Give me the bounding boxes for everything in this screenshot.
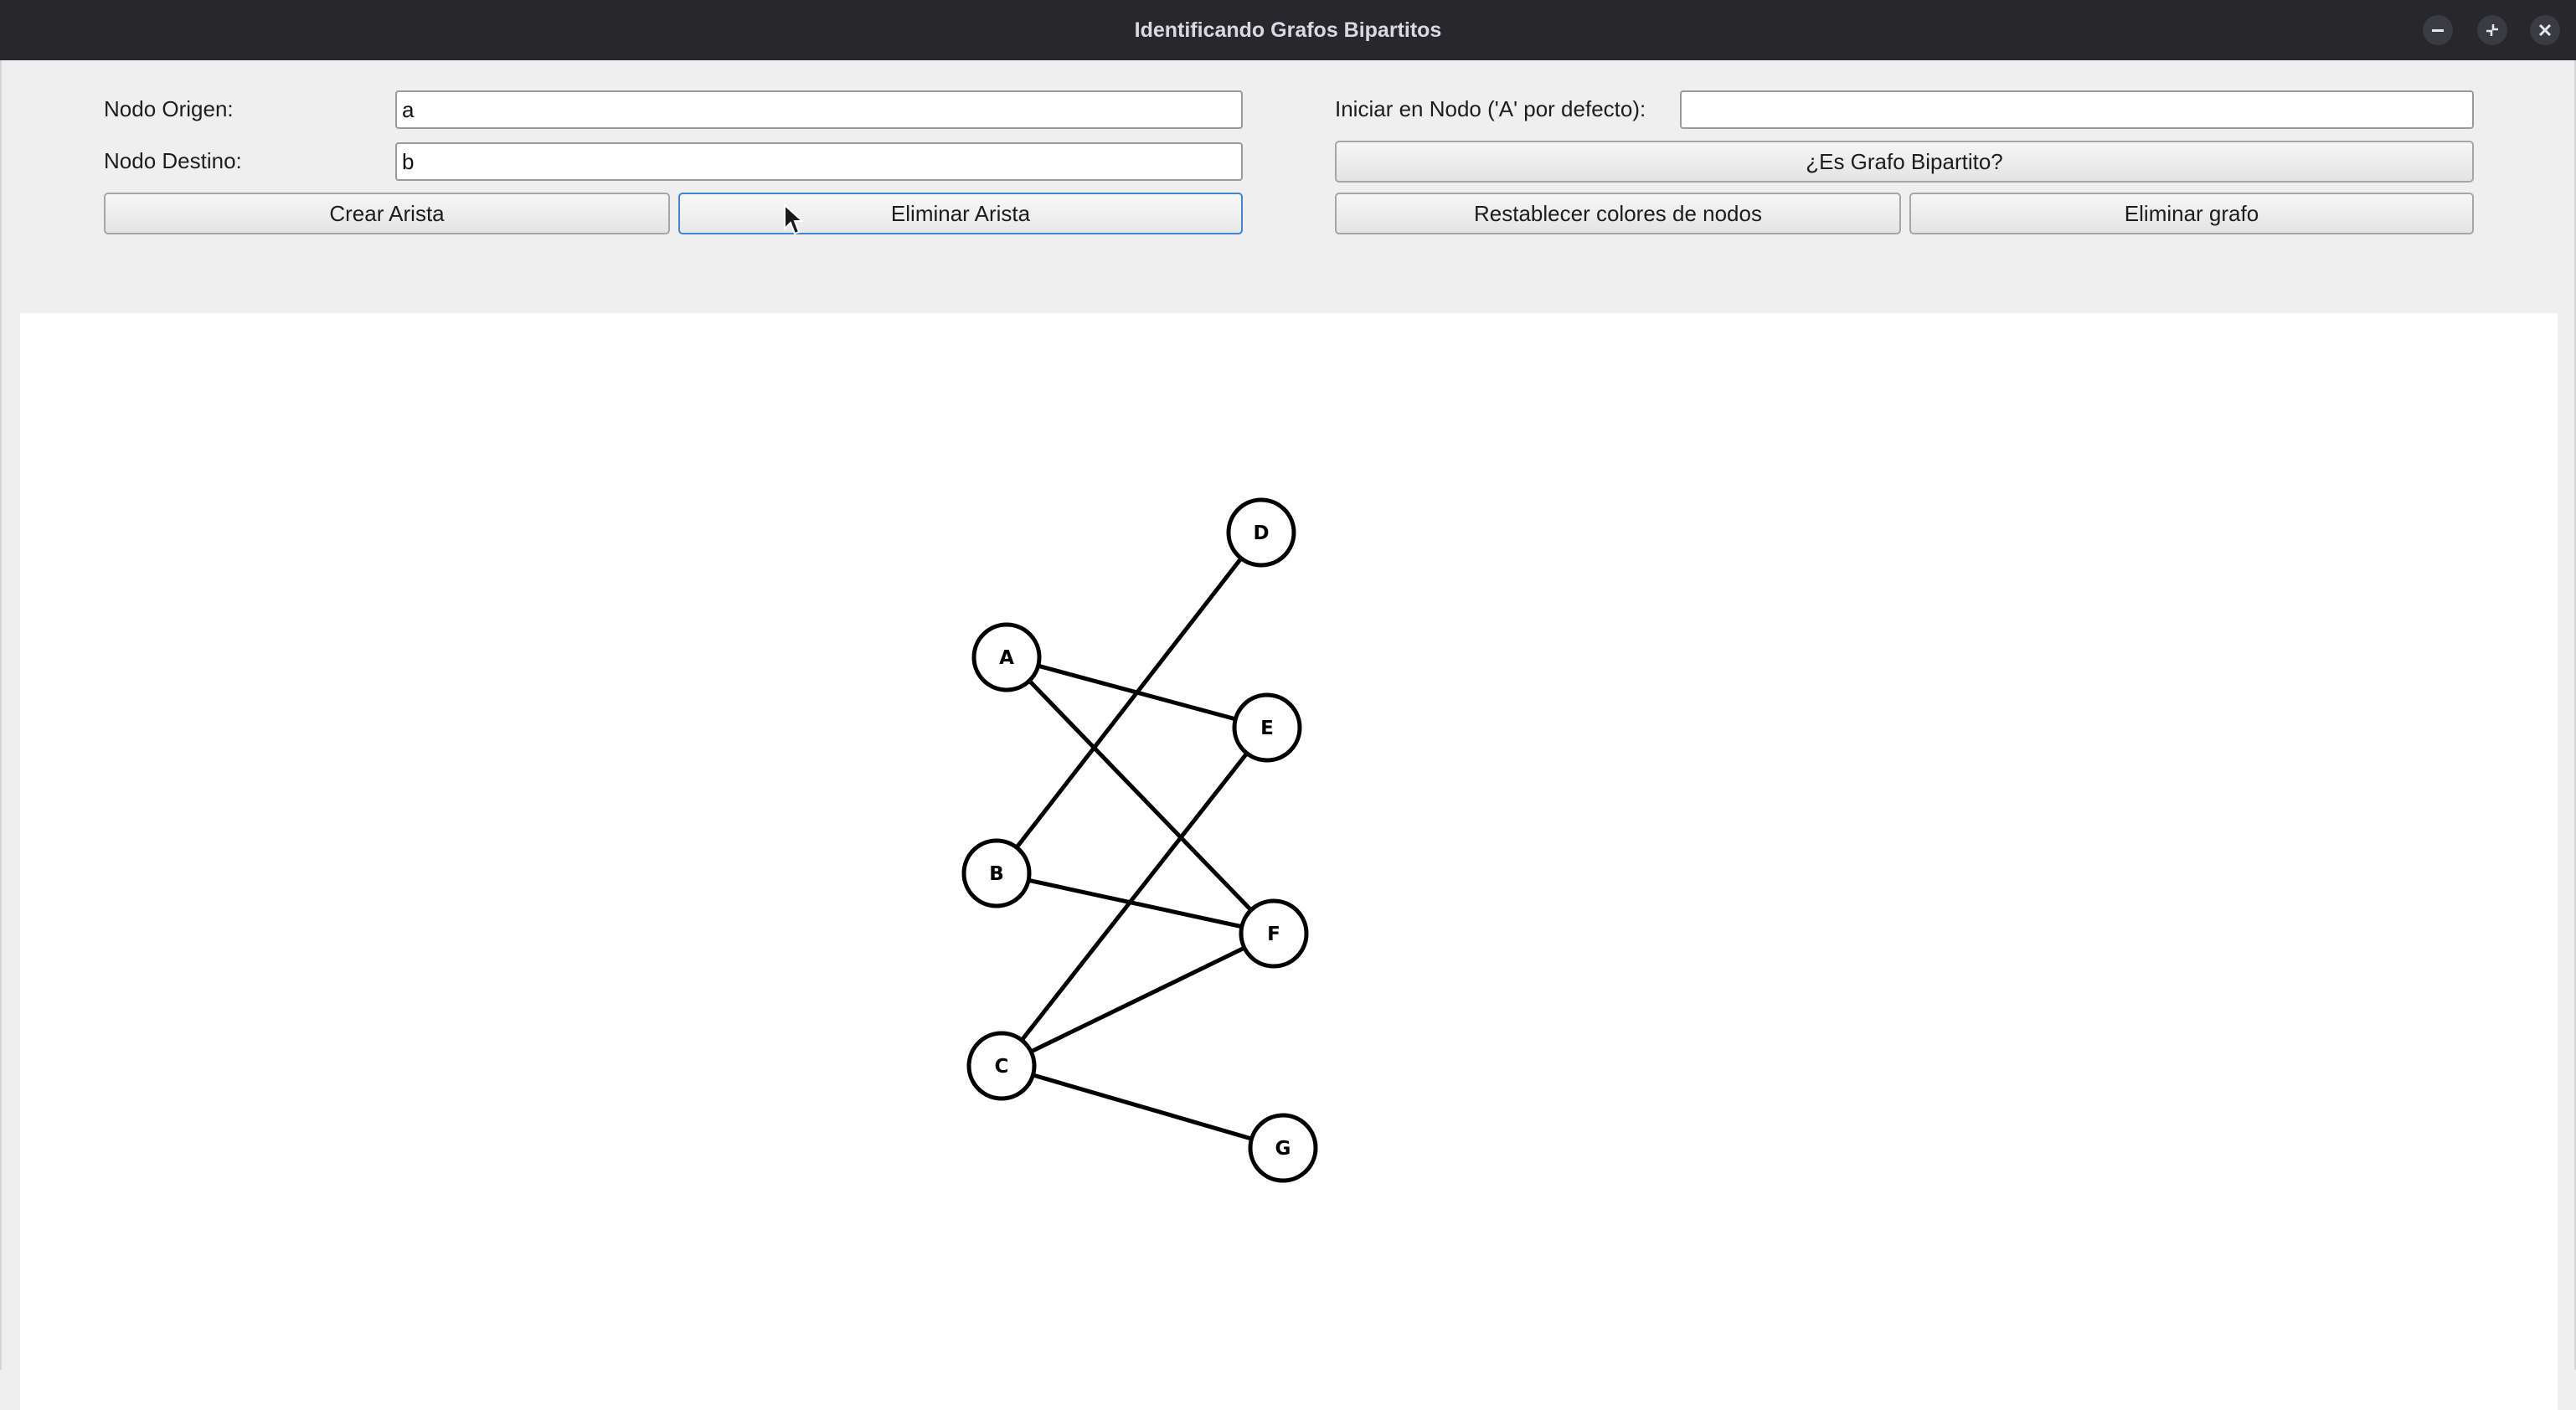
window-title: Identificando Grafos Bipartitos: [1134, 18, 1442, 42]
graph-node-c[interactable]: C: [966, 1031, 1037, 1101]
delete-edge-button[interactable]: Eliminar Arista: [678, 193, 1243, 234]
start-node-input[interactable]: [1680, 90, 2474, 129]
minimize-icon[interactable]: [2423, 15, 2453, 45]
title-bar: Identificando Grafos Bipartitos: [0, 0, 2576, 60]
node-label: B: [989, 863, 1004, 885]
create-edge-button[interactable]: Crear Arista: [104, 193, 670, 234]
main-window: Nodo Origen: Nodo Destino: Crear Arista …: [0, 60, 2576, 1410]
dest-node-label: Nodo Destino:: [104, 148, 242, 173]
origin-node-input[interactable]: [395, 90, 1243, 129]
node-label: G: [1275, 1138, 1291, 1160]
node-label: F: [1267, 924, 1280, 945]
graph-node-f[interactable]: F: [1239, 898, 1309, 969]
edge-c-f: [1000, 931, 1275, 1068]
node-label: E: [1260, 718, 1274, 739]
node-label: D: [1253, 522, 1269, 544]
node-label: A: [999, 647, 1014, 669]
check-bipartite-button[interactable]: ¿Es Grafo Bipartito?: [1335, 141, 2474, 183]
edge-c-g: [1001, 1063, 1284, 1150]
graph-node-e[interactable]: E: [1232, 692, 1302, 763]
graph-node-b[interactable]: B: [961, 838, 1032, 908]
start-node-label: Iniciar en Nodo ('A' por defecto):: [1335, 96, 1646, 121]
graph-canvas[interactable]: A B C D E F G: [20, 313, 2558, 1410]
node-label: C: [995, 1056, 1009, 1078]
close-icon[interactable]: [2530, 15, 2560, 45]
dest-node-input[interactable]: [395, 142, 1243, 181]
graph-node-g[interactable]: G: [1248, 1113, 1318, 1183]
reset-colors-button[interactable]: Restablecer colores de nodos: [1335, 193, 1901, 234]
mouse-cursor-icon: [784, 203, 803, 235]
graph-svg: A B C D E F G: [961, 497, 1318, 1183]
edge-c-e: [1000, 726, 1269, 1068]
delete-graph-button[interactable]: Eliminar grafo: [1909, 193, 2474, 234]
restore-icon[interactable]: [2477, 15, 2507, 45]
origin-node-label: Nodo Origen:: [104, 96, 234, 121]
graph-node-d[interactable]: D: [1226, 497, 1296, 568]
graph-node-a[interactable]: A: [971, 622, 1042, 692]
edge-b-d: [995, 531, 1263, 875]
edge-b-f: [996, 871, 1275, 936]
